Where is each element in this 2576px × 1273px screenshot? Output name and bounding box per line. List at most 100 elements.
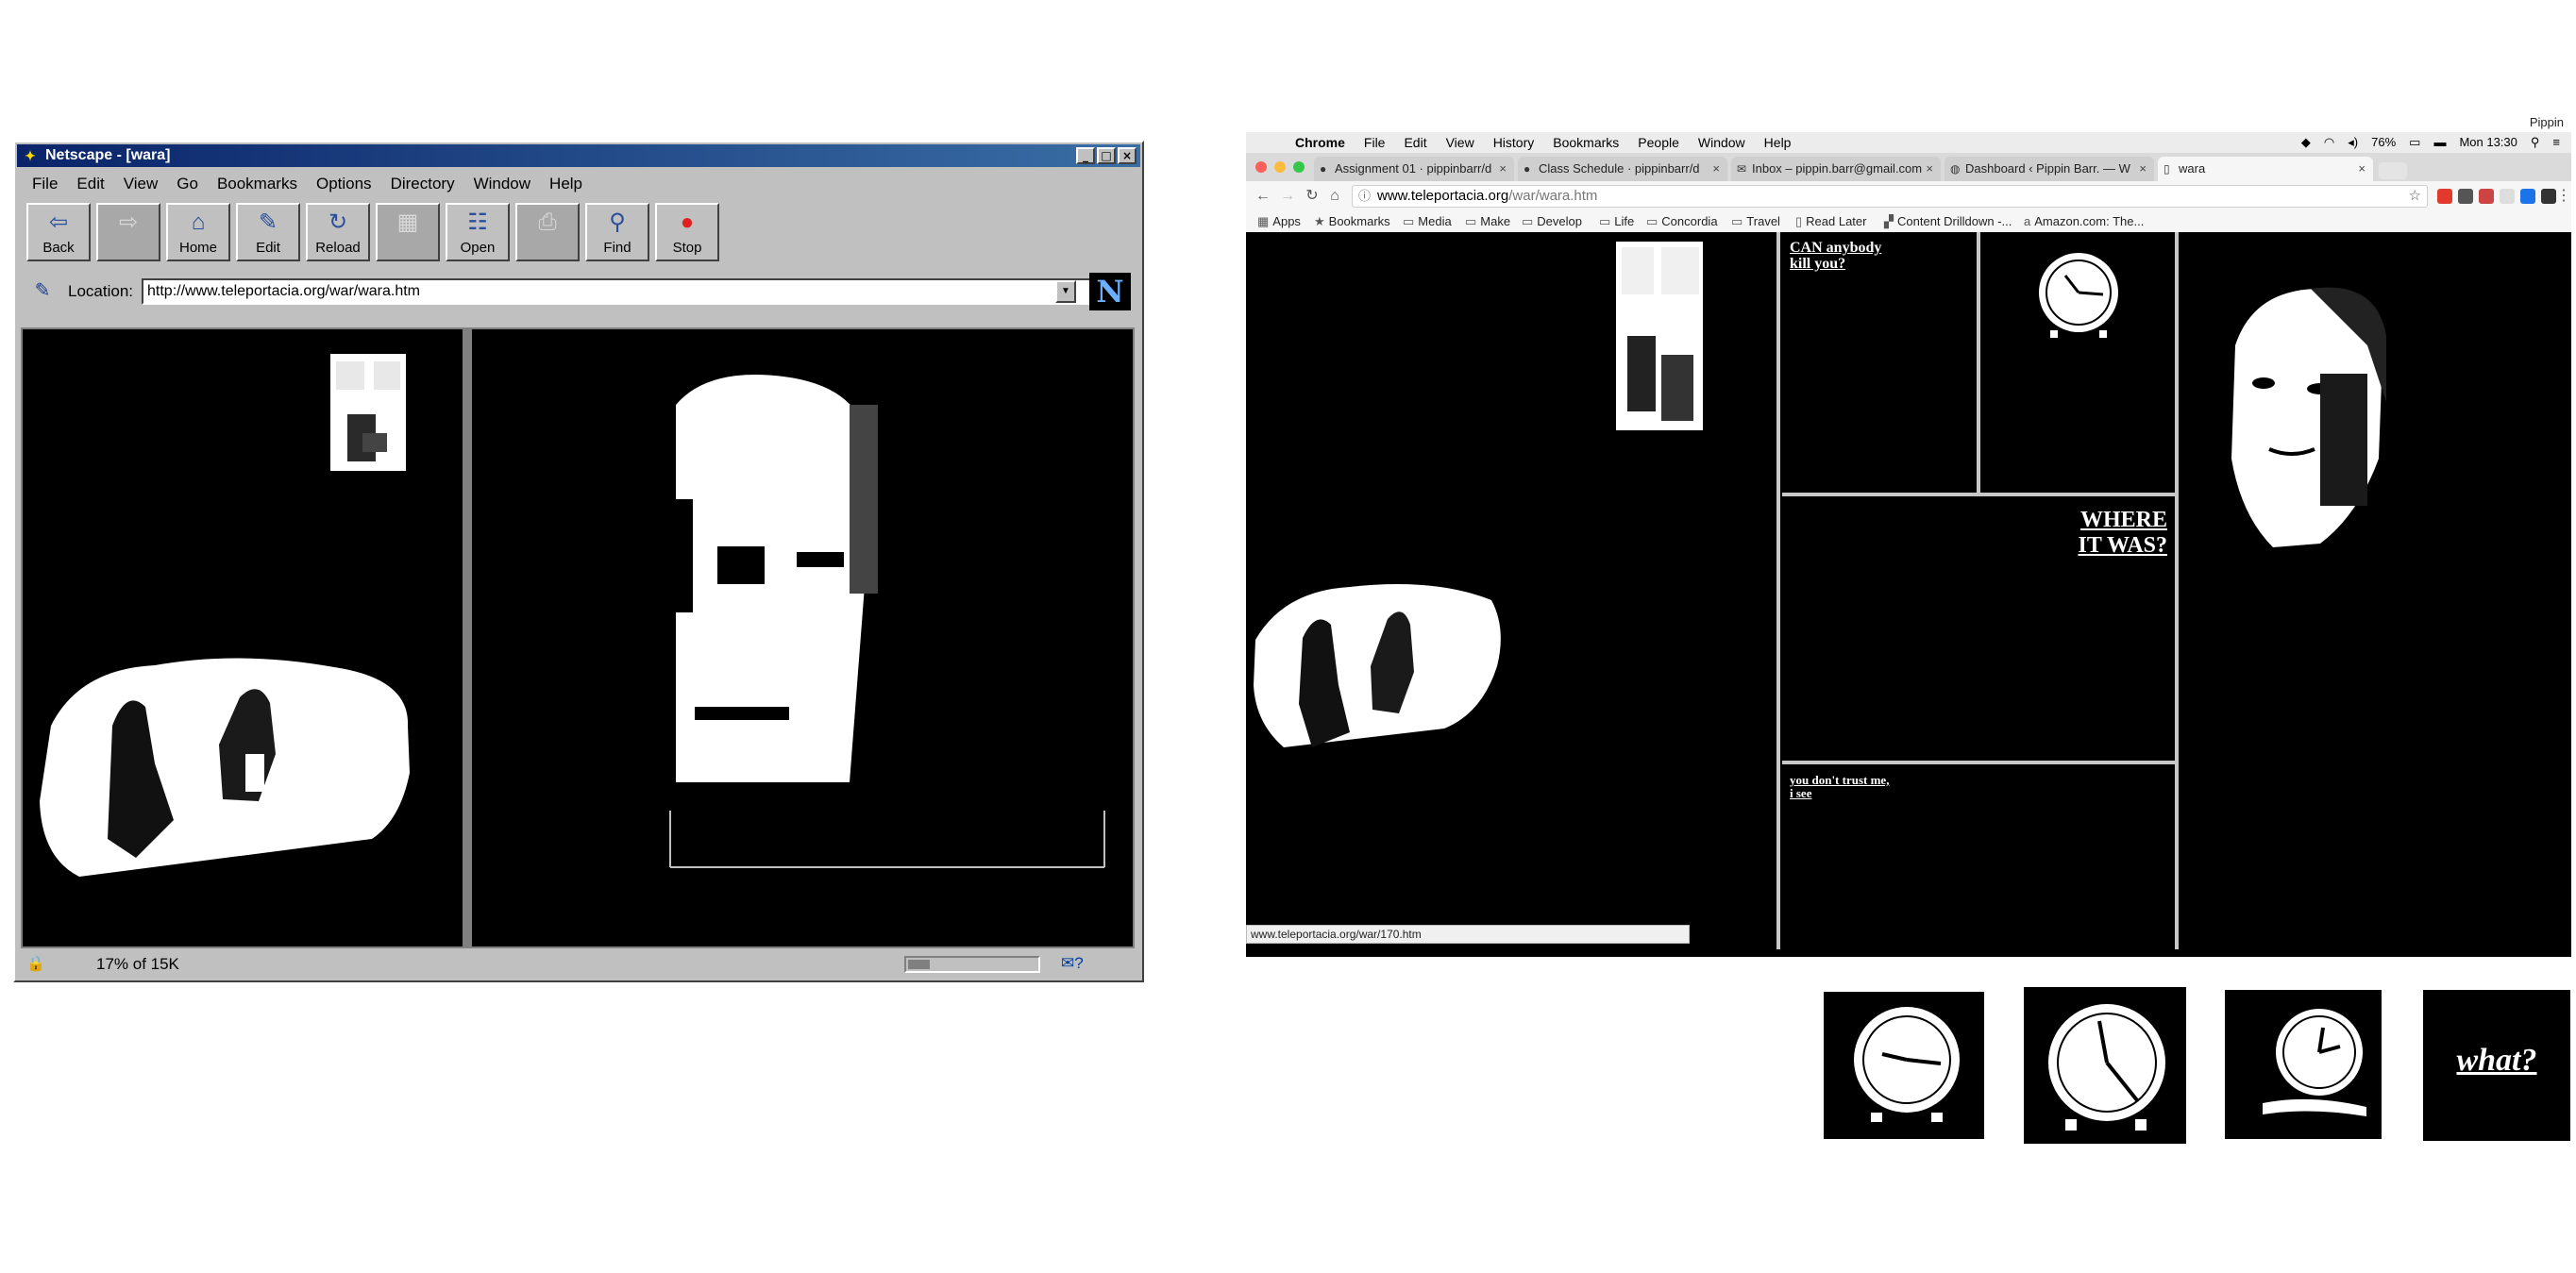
edit-button[interactable]: ✎ Edit [236, 203, 300, 261]
menu-edit[interactable]: Edit [1404, 132, 1426, 153]
menu-edit[interactable]: Edit [76, 173, 104, 195]
menu-help[interactable]: Help [549, 173, 582, 195]
menu-options[interactable]: Options [316, 173, 372, 195]
bookmark-life[interactable]: ▭ Life [1599, 211, 1634, 232]
profile-name[interactable]: Pippin [2530, 115, 2564, 129]
close-window-button[interactable] [1255, 161, 1267, 173]
couple-on-sofa-image[interactable] [1246, 232, 1775, 949]
new-tab-button[interactable] [2379, 162, 2407, 179]
menu-people[interactable]: People [1638, 132, 1679, 153]
clock-frame[interactable] [1982, 232, 2173, 493]
close-tab-icon[interactable]: × [2139, 157, 2147, 181]
close-tab-icon[interactable]: × [1499, 157, 1507, 181]
frame-divider[interactable] [1977, 232, 1980, 493]
woman-face-image[interactable] [472, 329, 1133, 946]
where-frame[interactable]: WHERE IT WAS? [1782, 496, 2175, 761]
bookmark-make[interactable]: ▭ Make [1465, 211, 1510, 232]
chevron-down-icon[interactable]: ▼ [1055, 280, 1076, 303]
extension-icon[interactable] [2520, 189, 2535, 204]
tab-inbox[interactable]: ✉ Inbox – pippin.barr@gmail.com × [1731, 157, 1941, 181]
close-tab-icon[interactable]: × [1926, 157, 1933, 181]
where-it-was-link[interactable]: WHERE IT WAS? [2079, 508, 2168, 559]
address-bar[interactable]: ⓘ www.teleportacia.org/war/wara.htm ☆ [1352, 185, 2428, 208]
close-tab-icon[interactable]: × [1712, 157, 1720, 181]
menu-chrome[interactable]: Chrome [1295, 132, 1345, 153]
right-frame[interactable] [472, 329, 1133, 946]
bookmark-apps[interactable]: ▦ Apps [1257, 211, 1301, 232]
info-icon[interactable]: ⓘ [1358, 186, 1371, 207]
mail-icon[interactable]: ✉? [1061, 954, 1084, 973]
menu-bookmarks[interactable]: Bookmarks [217, 173, 297, 195]
menu-window[interactable]: Window [474, 173, 530, 195]
wifi-icon[interactable]: ◠ [2324, 132, 2334, 153]
close-tab-icon[interactable]: × [2358, 157, 2366, 181]
location-input[interactable]: http://www.teleportacia.org/war/wara.htm [142, 278, 1101, 305]
bookmark-travel[interactable]: ▭ Travel [1731, 211, 1780, 232]
tab-class-schedule[interactable]: ● Class Schedule · pippinbarr/d × [1518, 157, 1727, 181]
menu-history[interactable]: History [1493, 132, 1535, 153]
menu-view[interactable]: View [1446, 132, 1474, 153]
bookmark-develop[interactable]: ▭ Develop [1522, 211, 1582, 232]
menu-directory[interactable]: Directory [391, 173, 455, 195]
clock-image[interactable] [1982, 232, 2173, 493]
close-button[interactable]: × [1118, 147, 1136, 164]
clock[interactable]: Mon 13:30 [2459, 132, 2517, 153]
volume-icon[interactable]: ◂) [2348, 132, 2358, 153]
menu-help[interactable]: Help [1764, 132, 1792, 153]
left-frame[interactable] [23, 329, 463, 946]
reload-icon[interactable]: ↻ [1303, 187, 1322, 206]
star-icon[interactable]: ☆ [2409, 186, 2421, 207]
back-arrow-icon[interactable]: ← [1254, 187, 1272, 206]
tab-assignment[interactable]: ● Assignment 01 · pippinbarr/d × [1314, 157, 1514, 181]
face-frame[interactable] [2179, 232, 2571, 949]
open-button[interactable]: ☷ Open [446, 203, 510, 261]
kill-frame[interactable]: CAN anybody kill you? [1782, 232, 1975, 493]
search-icon[interactable]: ⚲ [2531, 132, 2540, 153]
couple-on-sofa-image[interactable] [23, 329, 463, 946]
battery-percent[interactable]: 76% [2371, 132, 2396, 153]
bookmark-concordia[interactable]: ▭ Concordia [1646, 211, 1718, 232]
flag-icon[interactable]: ▬ [2433, 132, 2446, 153]
opera-icon[interactable] [2437, 189, 2452, 204]
menu-file[interactable]: File [32, 173, 58, 195]
extension-icon[interactable] [2458, 189, 2473, 204]
trust-frame[interactable]: you don't trust me, i see [1782, 764, 2175, 949]
bookmark-read-later[interactable]: ▯ Read Later [1795, 211, 1866, 232]
woman-face-image[interactable] [2179, 232, 2571, 949]
what-link[interactable]: what? [2423, 1043, 2570, 1079]
menu-dots-icon[interactable]: ⋮ [2554, 187, 2573, 206]
extension-icon[interactable] [2500, 189, 2515, 204]
reload-button[interactable]: ↻ Reload [306, 203, 370, 261]
bookmark-amazon[interactable]: a Amazon.com: The... [2024, 211, 2144, 232]
menu-window[interactable]: Window [1698, 132, 1745, 153]
kill-you-link[interactable]: CAN anybody kill you? [1790, 240, 1881, 272]
images-button[interactable]: ▦ [376, 203, 440, 261]
home-icon[interactable]: ⌂ [1325, 187, 1344, 206]
forward-arrow-icon[interactable]: → [1278, 187, 1297, 206]
bookmark-bookmarks[interactable]: ★ Bookmarks [1314, 211, 1390, 232]
print-button[interactable]: ⎙ [515, 203, 580, 261]
maximize-button[interactable]: □ [1097, 147, 1116, 164]
extension-icon[interactable] [2479, 189, 2494, 204]
tab-dashboard[interactable]: ◍ Dashboard ‹ Pippin Barr. — W × [1945, 157, 2154, 181]
home-button[interactable]: ⌂ Home [166, 203, 230, 261]
netscape-title-bar[interactable]: ✦ Netscape - [wara] _ □ × [17, 144, 1140, 167]
bookmark-content-drilldown[interactable]: ▞ Content Drilldown -... [1884, 211, 2012, 232]
minimize-button[interactable]: _ [1076, 147, 1095, 164]
frame-divider[interactable] [1776, 232, 1780, 949]
find-button[interactable]: ⚲ Find [585, 203, 649, 261]
you-dont-trust-me-link[interactable]: you don't trust me, i see [1790, 774, 1889, 800]
menu-file[interactable]: File [1364, 132, 1386, 153]
menu-go[interactable]: Go [177, 173, 198, 195]
tab-wara[interactable]: ▯ wara × [2158, 157, 2373, 181]
menu-bookmarks[interactable]: Bookmarks [1553, 132, 1619, 153]
menu-view[interactable]: View [124, 173, 159, 195]
forward-button[interactable]: ⇨ [96, 203, 160, 261]
list-icon[interactable]: ≡ [2552, 132, 2560, 153]
zoom-window-button[interactable] [1293, 161, 1305, 173]
back-button[interactable]: ⇦ Back [26, 203, 91, 261]
stop-button[interactable]: ● Stop [655, 203, 719, 261]
bookmark-page-icon[interactable]: ✎ [30, 278, 55, 303]
left-frame[interactable] [1246, 232, 1775, 949]
dropbox-icon[interactable]: ◆ [2301, 132, 2311, 153]
